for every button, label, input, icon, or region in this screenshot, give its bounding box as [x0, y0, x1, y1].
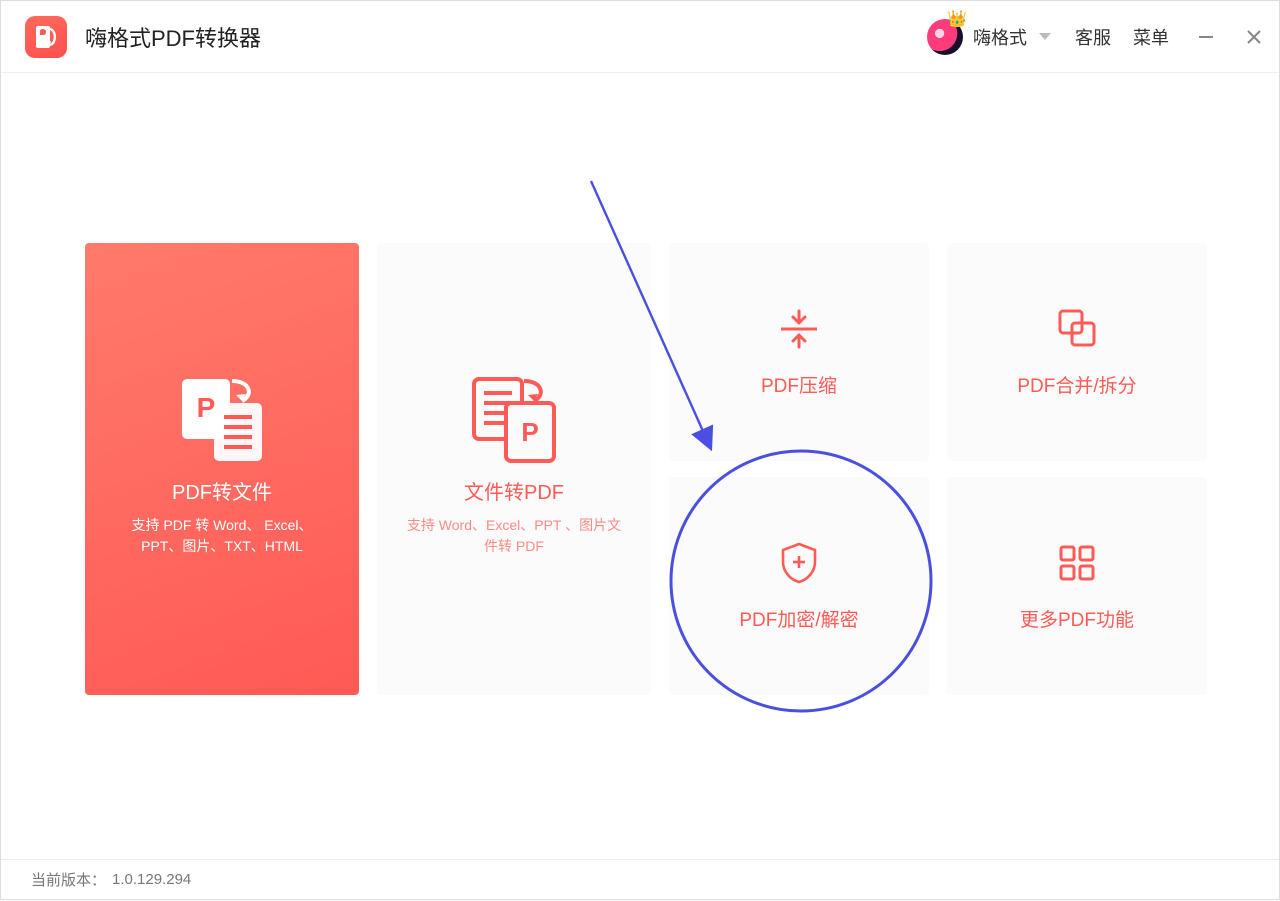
tile-title: PDF加密/解密: [739, 605, 858, 632]
version-number: 1.0.129.294: [112, 871, 191, 888]
close-button[interactable]: [1243, 26, 1265, 48]
tile-title: 文件转PDF: [464, 476, 564, 505]
pdf-to-file-icon: P: [172, 382, 272, 454]
support-link[interactable]: 客服: [1075, 24, 1111, 50]
tile-subtitle: 支持 PDF 转 Word、 Excel、PPT、图片、TXT、HTML: [85, 515, 359, 557]
merge-split-icon: [1054, 307, 1100, 351]
tile-pdf-encrypt[interactable]: PDF加密/解密: [669, 477, 929, 695]
titlebar: 嗨格式PDF转换器 👑 嗨格式 客服 菜单: [1, 1, 1279, 73]
shield-icon: [777, 541, 821, 585]
file-to-pdf-icon: P: [464, 382, 564, 454]
compress-icon: [775, 307, 823, 351]
app-window: 嗨格式PDF转换器 👑 嗨格式 客服 菜单: [0, 0, 1280, 900]
title-links: 客服 菜单: [1075, 24, 1169, 50]
crown-icon: 👑: [947, 9, 967, 29]
minimize-button[interactable]: [1195, 26, 1217, 48]
statusbar: 当前版本： 1.0.129.294: [1, 859, 1279, 899]
tile-pdf-merge-split[interactable]: PDF合并/拆分: [947, 243, 1207, 461]
tile-title: PDF压缩: [761, 371, 837, 398]
user-name: 嗨格式: [973, 24, 1027, 50]
tile-pdf-compress[interactable]: PDF压缩: [669, 243, 929, 461]
app-logo-icon: [25, 16, 67, 58]
grid-icon: [1055, 541, 1099, 585]
user-avatar-icon: 👑: [927, 19, 963, 55]
tile-title: PDF转文件: [172, 476, 272, 505]
svg-text:P: P: [197, 392, 216, 423]
app-title: 嗨格式PDF转换器: [85, 21, 261, 53]
tile-pdf-to-file[interactable]: P PDF转文件 支持 PDF 转 Word、 Excel、PPT、图片、TXT…: [85, 243, 359, 695]
menu-link[interactable]: 菜单: [1133, 24, 1169, 50]
tile-more-features[interactable]: 更多PDF功能: [947, 477, 1207, 695]
tile-file-to-pdf[interactable]: P 文件转PDF 支持 Word、Excel、PPT 、图片文件转 PDF: [377, 243, 651, 695]
tile-title: PDF合并/拆分: [1017, 371, 1136, 398]
chevron-down-icon: [1039, 33, 1051, 40]
feature-grid: P PDF转文件 支持 PDF 转 Word、 Excel、PPT、图片、TXT…: [85, 243, 1195, 695]
main-area: P PDF转文件 支持 PDF 转 Word、 Excel、PPT、图片、TXT…: [1, 73, 1279, 859]
tile-title: 更多PDF功能: [1020, 605, 1134, 632]
svg-text:P: P: [521, 417, 538, 447]
user-menu[interactable]: 👑 嗨格式: [927, 19, 1057, 55]
version-label: 当前版本：: [31, 869, 106, 890]
tile-subtitle: 支持 Word、Excel、PPT 、图片文件转 PDF: [377, 515, 651, 557]
window-controls: [1195, 26, 1265, 48]
